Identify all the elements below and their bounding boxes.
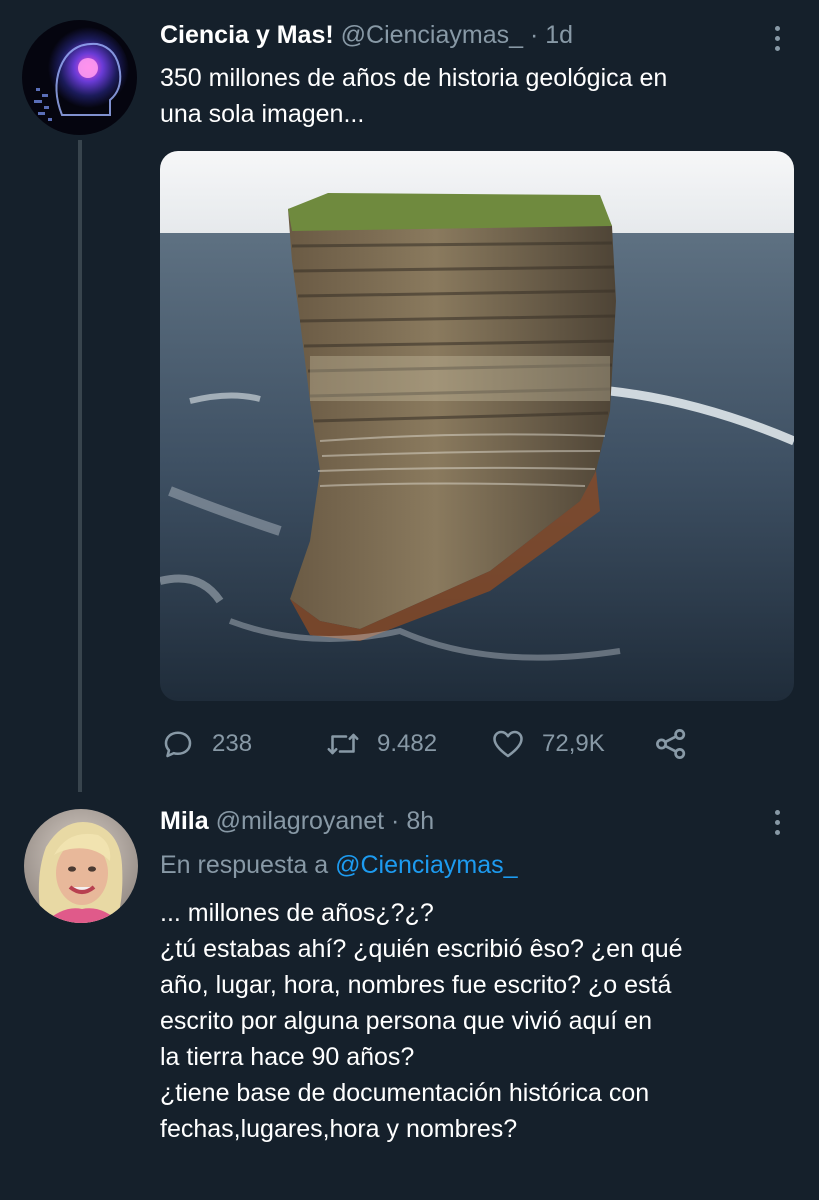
retweet-button[interactable]: 9.482 (325, 724, 437, 764)
reply-text-line: año, lugar, hora, nombres fue escrito? ¿… (160, 971, 672, 999)
thread-line (78, 140, 82, 792)
speech-bubble-icon (164, 731, 192, 758)
tweet-text: 350 millones de años de historia geológi… (160, 60, 667, 132)
retweet-count: 9.482 (377, 730, 438, 757)
reply-count: 238 (212, 730, 253, 757)
replying-to: En respuesta a @Cienciaymas_ (160, 850, 518, 880)
retweet-icon (327, 733, 359, 755)
reply-text: ... millones de años¿?¿? ¿tú estabas ahí… (160, 895, 683, 1147)
share-icon (656, 729, 686, 759)
separator: · (391, 807, 400, 835)
replying-to-label: En respuesta a (160, 851, 329, 879)
timestamp[interactable]: 1d (545, 21, 573, 49)
timestamp[interactable]: 8h (406, 807, 434, 835)
share-button[interactable] (652, 724, 690, 764)
reply-text-line: ... millones de años¿?¿? (160, 899, 434, 927)
avatar[interactable] (24, 809, 138, 923)
like-button[interactable]: 72,9K (490, 724, 605, 764)
handle[interactable]: @milagroyanet (216, 807, 385, 835)
separator: · (529, 21, 539, 49)
like-count: 72,9K (542, 730, 605, 757)
reply-text-line: la tierra hace 90 años? (160, 1043, 415, 1071)
heart-icon (493, 730, 523, 758)
reply-text-line: fechas,lugares,hora y nombres? (160, 1115, 518, 1143)
more-vertical-icon[interactable] (772, 810, 782, 835)
tweet-actions: 238 9.482 72,9K (160, 724, 720, 764)
reply-text-line: escrito por alguna persona que vivió aqu… (160, 1007, 652, 1035)
tweet-text-line: 350 millones de años de historia geológi… (160, 64, 668, 92)
reply-button[interactable]: 238 (160, 724, 252, 764)
more-vertical-icon[interactable] (772, 26, 782, 51)
tweet-image[interactable] (160, 151, 794, 701)
reply-text-line: ¿tiene base de documentación histórica c… (160, 1079, 650, 1107)
handle[interactable]: @Cienciaymas_ (341, 21, 523, 49)
display-name[interactable]: Ciencia y Mas! (160, 21, 334, 49)
display-name[interactable]: Mila (160, 807, 209, 835)
tweet-header: Ciencia y Mas! @Cienciaymas_ · 1d (160, 20, 573, 50)
reply-header: Mila @milagroyanet · 8h (160, 806, 434, 836)
reply-text-line: ¿tú estabas ahí? ¿quién escribió êso? ¿e… (160, 935, 683, 963)
avatar[interactable] (22, 20, 137, 135)
replying-to-link[interactable]: @Cienciaymas_ (335, 851, 517, 879)
tweet-text-line: una sola imagen... (160, 100, 365, 128)
